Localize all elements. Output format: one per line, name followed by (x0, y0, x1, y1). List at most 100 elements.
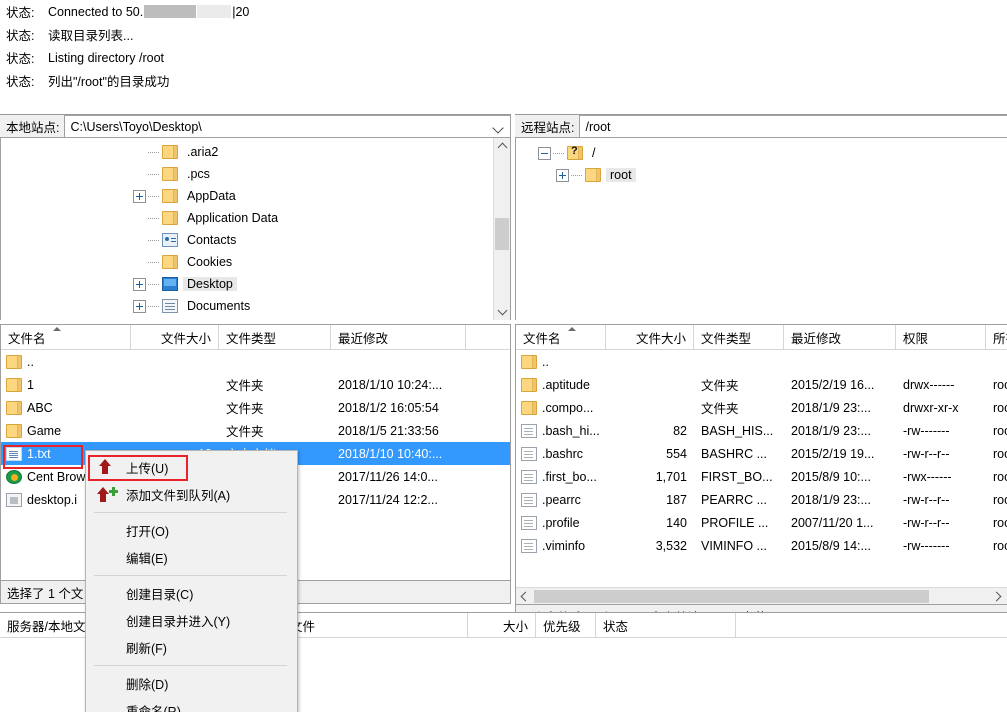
tree-item[interactable]: Desktop (1, 273, 510, 295)
context-menu-item[interactable]: 添加文件到队列(A) (86, 481, 297, 508)
context-menu-item[interactable]: 上传(U) (86, 454, 297, 481)
log-row: 状态: 列出"/root"的目录成功 (0, 69, 1007, 92)
context-menu-item[interactable]: 创建目录并进入(Y) (86, 607, 297, 634)
scroll-right-arrow-icon[interactable] (990, 588, 1007, 605)
file-cell-name: .aptitude (516, 377, 606, 392)
column-header-3[interactable]: 最近修改 (331, 325, 466, 350)
scroll-left-arrow-icon[interactable] (516, 588, 533, 605)
file-row[interactable]: .compo... 文件夹 2018/1/9 23:... drwxr-xr-x roo (516, 396, 1007, 419)
remote-list-hscrollbar[interactable] (516, 587, 1007, 604)
remote-file-list-header[interactable]: 文件名 文件大小 文件类型 最近修改 权限 所有者 (516, 325, 1007, 350)
file-cell-name: .pearrc (516, 492, 606, 507)
column-header-4[interactable]: 权限 (896, 325, 986, 350)
context-menu-item[interactable]: 刷新(F) (86, 634, 297, 661)
file-cell-modified: 2015/8/9 14:... (784, 539, 896, 553)
message-log[interactable]: 状态: Connected to 50. |20 状态: 读取目录列表... 状态: Lis… (0, 0, 1007, 112)
column-header-0[interactable]: 文件名 (516, 325, 606, 350)
scrollbar-thumb[interactable] (495, 218, 509, 250)
file-row[interactable]: ABC 文件夹 2018/1/2 16:05:54 (1, 396, 510, 419)
tree-expander-placeholder (133, 168, 146, 181)
remote-file-list[interactable]: 文件名 文件大小 文件类型 最近修改 权限 所有者 .. .aptitude 文件夹 2015/… (515, 324, 1007, 604)
tree-item[interactable]: Cookies (1, 251, 510, 273)
tree-connector (148, 217, 160, 219)
tree-connector (148, 151, 160, 153)
context-menu-item-label: 创建目录(C) (126, 588, 194, 602)
column-header-label: 文件名 (8, 332, 46, 346)
context-menu-item[interactable]: 打开(O) (86, 517, 297, 544)
file-row[interactable]: .pearrc 187 PEARRC ... 2018/1/9 23:... -rw-r… (516, 488, 1007, 511)
tree-expander-placeholder (133, 212, 146, 225)
column-header-5[interactable]: 所有者 (986, 325, 1007, 350)
remote-site-bar: 远程站点: /root (515, 114, 1007, 138)
tree-item[interactable]: .pcs (1, 163, 510, 185)
remote-path-value: /root (585, 119, 611, 134)
file-row[interactable]: .bash_hi... 82 BASH_HIS... 2018/1/9 23:... -… (516, 419, 1007, 442)
remote-site-label: 远程站点: (515, 115, 581, 138)
tree-item[interactable]: Contacts (1, 229, 510, 251)
file-type-text: 文件夹 (226, 402, 264, 416)
context-menu-item[interactable]: 重命名(R) (86, 697, 297, 712)
tree-item[interactable]: / (516, 142, 1007, 164)
scroll-up-arrow-icon[interactable] (494, 138, 510, 155)
file-cell-owner: roo (986, 516, 1007, 530)
queue-column-header-5[interactable]: 状态 (596, 613, 736, 638)
file-row[interactable]: .profile 140 PROFILE ... 2007/11/20 1... -rw… (516, 511, 1007, 534)
context-menu-item[interactable]: 删除(D) (86, 670, 297, 697)
file-name-text: 1.txt (27, 446, 51, 461)
expand-plus-icon[interactable] (133, 189, 146, 203)
folder-icon (521, 400, 537, 415)
file-row[interactable]: .. (516, 350, 1007, 373)
hscrollbar-thumb[interactable] (534, 589, 929, 603)
queue-column-header-4[interactable]: 优先级 (536, 613, 596, 638)
local-directory-tree[interactable]: .aria2 .pcs AppData Application Data Contact… (0, 138, 511, 320)
file-context-menu[interactable]: 上传(U) 添加文件到队列(A) 打开(O) 编辑(E) 创建目录(C) 创建目录并进入(… (85, 450, 298, 712)
file-name-text: Game (27, 423, 62, 438)
tree-item[interactable]: .aria2 (1, 141, 510, 163)
file-cell-name: .bash_hi... (516, 423, 606, 438)
scroll-down-arrow-icon[interactable] (494, 303, 510, 320)
file-row[interactable]: .first_bo... 1,701 FIRST_BO... 2015/8/9 10:… (516, 465, 1007, 488)
tree-item[interactable]: root (516, 164, 1007, 186)
expand-plus-icon[interactable] (556, 168, 569, 182)
chevron-down-icon[interactable] (492, 120, 506, 134)
column-header-2[interactable]: 文件类型 (219, 325, 331, 350)
file-cell-type: BASHRC ... (694, 447, 784, 461)
remote-directory-tree[interactable]: / root (515, 138, 1007, 320)
expand-plus-icon[interactable] (133, 277, 146, 291)
file-type-text: PEARRC ... (701, 492, 767, 507)
column-header-2[interactable]: 文件类型 (694, 325, 784, 350)
folder-icon (6, 400, 22, 415)
collapse-minus-icon[interactable] (538, 146, 551, 160)
context-menu-item[interactable]: 编辑(E) (86, 544, 297, 571)
file-row[interactable]: Game 文件夹 2018/1/5 21:33:56 (1, 419, 510, 442)
context-menu-item-label: 删除(D) (126, 678, 169, 692)
file-row[interactable]: .viminfo 3,532 VIMINFO ... 2015/8/9 14:... -… (516, 534, 1007, 557)
file-name-text: 1 (27, 377, 34, 392)
queue-column-header-3[interactable]: 大小 (468, 613, 536, 638)
file-row[interactable]: .bashrc 554 BASHRC ... 2015/2/19 19... -rw-r… (516, 442, 1007, 465)
file-row[interactable]: 1 文件夹 2018/1/10 10:24:... (1, 373, 510, 396)
tree-item[interactable]: Application Data (1, 207, 510, 229)
context-menu-item[interactable]: 创建目录(C) (86, 580, 297, 607)
folder-icon (6, 354, 22, 369)
file-row[interactable]: .aptitude 文件夹 2015/2/19 16... drwx------ roo (516, 373, 1007, 396)
expand-plus-icon[interactable] (133, 299, 146, 313)
tree-item[interactable]: AppData (1, 185, 510, 207)
remote-path-combobox[interactable]: /root (580, 115, 1007, 138)
local-path-combobox[interactable]: C:\Users\Toyo\Desktop\ (65, 115, 511, 138)
file-cell-name: .. (1, 354, 131, 369)
file-row[interactable]: .. (1, 350, 510, 373)
local-file-list-header[interactable]: 文件名 文件大小 文件类型 最近修改 (1, 325, 510, 350)
hscrollbar-track[interactable] (930, 590, 990, 603)
column-header-0[interactable]: 文件名 (1, 325, 131, 350)
file-type-text: BASHRC ... (701, 446, 767, 461)
column-header-3[interactable]: 最近修改 (784, 325, 896, 350)
local-tree-scrollbar[interactable] (493, 138, 510, 320)
queue-column-header-label: 大小 (502, 620, 528, 634)
menu-icon-placeholder (96, 549, 120, 567)
column-header-label: 最近修改 (338, 332, 389, 346)
column-header-label: 文件名 (523, 332, 561, 346)
tree-item[interactable]: Documents (1, 295, 510, 317)
column-header-1[interactable]: 文件大小 (606, 325, 694, 350)
column-header-1[interactable]: 文件大小 (131, 325, 219, 350)
